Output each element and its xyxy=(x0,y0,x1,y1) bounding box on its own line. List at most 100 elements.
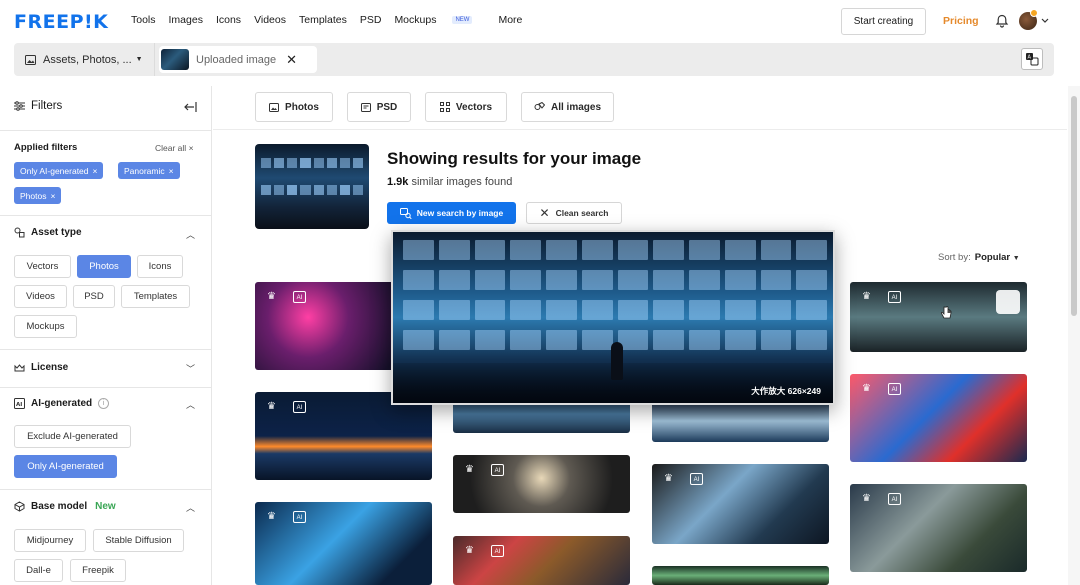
find-similar-button[interactable] xyxy=(996,290,1020,314)
nav-images[interactable]: Images xyxy=(169,14,203,26)
results-count: 1.9k similar images found xyxy=(387,176,512,188)
applied-filters-title: Applied filters xyxy=(14,142,78,153)
result-image[interactable]: ♛ AI xyxy=(453,455,630,513)
result-image[interactable] xyxy=(652,400,829,442)
ai-generated-title: AI-generated xyxy=(31,398,93,409)
remove-image-icon[interactable]: ✕ xyxy=(286,52,297,68)
info-icon[interactable]: i xyxy=(98,398,110,409)
nav-icons[interactable]: Icons xyxy=(216,14,241,26)
applied-chip-panoramic[interactable]: Panoramic × xyxy=(118,162,180,179)
applied-chip-ai-generated[interactable]: Only AI-generated × xyxy=(14,162,104,179)
uploaded-image-chip[interactable]: Uploaded image ✕ xyxy=(159,46,317,73)
nav-psd[interactable]: PSD xyxy=(360,14,382,26)
clear-all-button[interactable]: Clear all × xyxy=(155,143,194,153)
premium-crown-icon: ♛ xyxy=(664,473,673,484)
model-midjourney[interactable]: Midjourney xyxy=(14,529,86,552)
premium-crown-icon: ♛ xyxy=(267,401,276,412)
result-image[interactable] xyxy=(652,566,829,585)
sort-value: Popular xyxy=(974,252,1011,263)
remove-chip-icon[interactable]: × xyxy=(93,166,98,176)
tab-all-images[interactable]: All images xyxy=(521,92,614,122)
divider xyxy=(0,387,212,388)
scope-caret-icon: ▼ xyxy=(135,56,143,63)
nav-more[interactable]: More xyxy=(498,14,522,26)
model-stable-diffusion[interactable]: Stable Diffusion xyxy=(93,529,184,552)
premium-crown-icon: ♛ xyxy=(862,383,871,394)
svg-text:AI: AI xyxy=(16,402,22,408)
image-preview-popup[interactable]: 大作放大 626×249 xyxy=(391,230,835,405)
search-scope-dropdown[interactable]: Assets, Photos, ... ▼ xyxy=(14,43,155,76)
result-image[interactable]: ♛ AI xyxy=(850,282,1027,352)
tab-photos[interactable]: Photos xyxy=(255,92,333,122)
bell-icon[interactable] xyxy=(995,14,1009,28)
hand-cursor-icon xyxy=(940,306,952,319)
nav-videos[interactable]: Videos xyxy=(254,14,286,26)
scrollbar-thumb[interactable] xyxy=(1071,96,1077,316)
clean-search-button[interactable]: ✕ Clean search xyxy=(526,202,622,224)
tab-psd[interactable]: PSD xyxy=(347,92,411,122)
image-icon xyxy=(25,54,36,65)
uploaded-image-thumbnail xyxy=(161,49,189,70)
asset-mockups[interactable]: Mockups xyxy=(14,315,77,338)
main-nav: Tools Images Icons Videos Templates PSD … xyxy=(131,14,535,26)
ai-generated-icon: AI xyxy=(491,464,504,476)
asset-templates[interactable]: Templates xyxy=(121,285,190,308)
translate-button[interactable]: A xyxy=(1021,48,1043,70)
base-model-header[interactable]: Base model New xyxy=(14,501,116,512)
chevron-up-icon[interactable]: ︿ xyxy=(186,228,195,241)
only-ai-generated-option[interactable]: Only AI-generated xyxy=(14,455,117,478)
remove-chip-icon[interactable]: × xyxy=(169,166,174,176)
asset-type-header[interactable]: Asset type xyxy=(14,227,82,238)
scrollbar-track[interactable] xyxy=(1068,86,1080,585)
exclude-ai-generated-option[interactable]: Exclude AI-generated xyxy=(14,425,131,448)
result-image[interactable]: ♛ AI xyxy=(652,464,829,544)
sort-label: Sort by: xyxy=(938,252,971,263)
preview-figure xyxy=(611,342,623,380)
asset-photos[interactable]: Photos xyxy=(77,255,131,278)
result-image[interactable]: ♛ AI xyxy=(453,536,630,585)
nav-tools[interactable]: Tools xyxy=(131,14,156,26)
collapse-sidebar-icon[interactable] xyxy=(184,102,197,112)
result-image[interactable]: ♛ AI xyxy=(255,502,432,585)
tab-vectors[interactable]: Vectors xyxy=(425,92,507,122)
nav-mockups-label: Mockups xyxy=(394,14,437,26)
nav-templates[interactable]: Templates xyxy=(299,14,347,26)
chevron-up-icon[interactable]: ︿ xyxy=(186,501,195,514)
license-header[interactable]: License xyxy=(14,362,68,373)
start-creating-button[interactable]: Start creating xyxy=(841,8,926,35)
asset-videos[interactable]: Videos xyxy=(14,285,67,308)
asset-psd[interactable]: PSD xyxy=(73,285,115,308)
premium-crown-icon: ♛ xyxy=(862,291,871,302)
model-dall-e[interactable]: Dall-e xyxy=(14,559,63,582)
premium-crown-icon: ♛ xyxy=(465,464,474,475)
sort-by-dropdown[interactable]: Sort by: Popular ▼ xyxy=(938,252,1020,263)
base-model-title: Base model xyxy=(31,501,88,512)
preview-image xyxy=(403,240,827,355)
chevron-up-icon[interactable]: ︿ xyxy=(186,398,195,411)
chevron-down-icon[interactable] xyxy=(1041,18,1049,24)
result-image[interactable]: ♛ AI xyxy=(255,392,432,480)
premium-crown-icon: ♛ xyxy=(267,291,276,302)
asset-vectors[interactable]: Vectors xyxy=(14,255,71,278)
pricing-link[interactable]: Pricing xyxy=(943,15,979,27)
new-search-by-image-button[interactable]: New search by image xyxy=(387,202,516,224)
result-image[interactable]: ♛ AI xyxy=(850,484,1027,572)
ai-generated-icon: AI xyxy=(293,511,306,523)
applied-chip-photos[interactable]: Photos × xyxy=(14,187,62,204)
model-freepik[interactable]: Freepik xyxy=(70,559,126,582)
tab-psd-label: PSD xyxy=(376,101,398,113)
vector-icon xyxy=(439,102,450,112)
asset-type-title: Asset type xyxy=(31,227,82,238)
filters-title: Filters xyxy=(31,100,63,112)
ai-generated-icon: AI xyxy=(690,473,703,485)
close-icon: ✕ xyxy=(539,206,550,220)
asset-icons[interactable]: Icons xyxy=(137,255,183,278)
caret-down-icon: ▼ xyxy=(1012,255,1020,262)
remove-chip-icon[interactable]: × xyxy=(50,191,55,201)
freepik-logo[interactable]: FREEP!K xyxy=(14,11,108,33)
result-image[interactable]: ♛ AI xyxy=(850,374,1027,462)
crown-icon xyxy=(14,363,25,371)
chevron-down-icon[interactable]: ﹀ xyxy=(186,362,195,375)
nav-mockups[interactable]: Mockups NEW xyxy=(394,14,485,26)
ai-generated-header[interactable]: AI AI-generated i xyxy=(14,398,110,409)
